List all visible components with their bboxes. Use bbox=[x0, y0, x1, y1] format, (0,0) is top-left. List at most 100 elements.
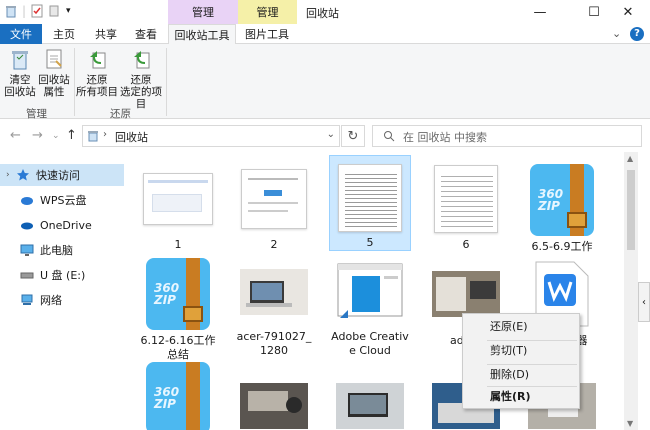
file-thumbnail bbox=[238, 378, 310, 430]
context-group-picture: 管理 bbox=[238, 0, 297, 24]
search-input[interactable]: 在 回收站 中搜索 bbox=[372, 125, 642, 147]
zip-archive-icon: 360 ZIP bbox=[146, 362, 210, 430]
tab-share[interactable]: 共享 bbox=[88, 24, 124, 44]
usb-drive-icon bbox=[20, 272, 34, 279]
document-preview-icon bbox=[143, 173, 213, 225]
sidebar-item-this-pc[interactable]: 此电脑 bbox=[0, 239, 124, 261]
recycle-bin-icon bbox=[88, 131, 98, 142]
file-name: acer-791027_1280 bbox=[236, 330, 312, 357]
refresh-icon: ↻ bbox=[347, 128, 359, 144]
sidebar-item-quick-access[interactable]: › 快速访问 bbox=[0, 164, 124, 186]
file-thumbnail bbox=[334, 164, 406, 232]
recycle-bin-icon bbox=[6, 6, 16, 18]
context-menu: 还原(E) 剪切(T) 删除(D) 属性(R) bbox=[462, 313, 580, 409]
tab-file[interactable]: 文件 bbox=[0, 24, 42, 44]
document-preview-icon bbox=[434, 165, 498, 233]
empty-recycle-bin-button[interactable]: 清空 回收站 bbox=[4, 47, 36, 98]
network-icon bbox=[21, 294, 33, 305]
sidebar-item-wps-cloud[interactable]: WPS云盘 bbox=[0, 189, 124, 211]
quick-access-toolbar: | ▾ bbox=[4, 4, 71, 18]
scrollbar-thumb[interactable] bbox=[627, 170, 635, 250]
vertical-scrollbar[interactable]: ▲ ▼ bbox=[624, 152, 638, 430]
address-dropdown-icon[interactable]: ⌄ bbox=[327, 129, 335, 140]
file-item[interactable]: Adobe Creative Cloud bbox=[330, 254, 410, 358]
file-item[interactable]: 1 bbox=[138, 160, 218, 252]
breadcrumb-chevron-icon[interactable]: › bbox=[103, 129, 107, 140]
minimize-button[interactable]: — bbox=[518, 0, 562, 24]
sidebar-item-usb-drive[interactable]: U 盘 (E:) bbox=[0, 264, 124, 286]
file-item[interactable]: 6 bbox=[426, 160, 506, 252]
file-item-selected[interactable]: 5 bbox=[329, 155, 411, 251]
menu-item-cut[interactable]: 剪切(T) bbox=[464, 340, 578, 362]
forward-icon[interactable]: → bbox=[32, 128, 43, 143]
address-bar[interactable]: › 回收站 ⌄ bbox=[82, 125, 340, 147]
help-icon[interactable]: ? bbox=[630, 27, 644, 41]
file-item[interactable]: acer-791027_1280 bbox=[234, 254, 314, 358]
file-name: 1 bbox=[174, 238, 182, 251]
scroll-down-icon[interactable]: ▼ bbox=[627, 419, 633, 428]
tab-view[interactable]: 查看 bbox=[128, 24, 164, 44]
file-thumbnail bbox=[238, 164, 310, 234]
file-name: Adobe Creative Cloud bbox=[331, 330, 409, 357]
image-thumbnail-icon bbox=[432, 271, 500, 317]
file-thumbnail bbox=[238, 258, 310, 326]
restore-all-button[interactable]: 还原 所有项目 bbox=[76, 47, 118, 98]
file-thumbnail bbox=[334, 378, 406, 430]
document-preview-icon bbox=[241, 169, 307, 229]
ribbon-collapse-icon[interactable]: ⌄ bbox=[612, 27, 621, 40]
restore-selected-button[interactable]: 还原 选定的项目 bbox=[118, 47, 164, 110]
recent-dropdown-icon[interactable]: ⌄ bbox=[52, 131, 60, 141]
breadcrumb[interactable]: 回收站 bbox=[115, 129, 148, 145]
file-thumbnail bbox=[430, 164, 502, 234]
empty-recycle-bin-icon bbox=[12, 51, 28, 70]
file-thumbnail bbox=[334, 258, 406, 326]
expand-icon[interactable]: › bbox=[0, 170, 16, 180]
file-name: 5 bbox=[366, 236, 374, 249]
file-item[interactable]: 360 ZIP 6.5-6.9工作 bbox=[522, 160, 602, 253]
back-icon[interactable]: ← bbox=[10, 128, 21, 143]
file-item[interactable]: 360 ZIP 6.12-6.16工作总结 bbox=[138, 254, 218, 361]
group-label-manage: 管理 bbox=[26, 108, 47, 120]
group-separator bbox=[166, 48, 167, 116]
file-thumbnail: 360 ZIP bbox=[526, 164, 598, 236]
refresh-button[interactable]: ↻ bbox=[341, 125, 365, 147]
navigation-pane: › 快速访问 WPS云盘 OneDrive 此电脑 U 盘 (E:) 网络 bbox=[0, 152, 124, 430]
window-title: 回收站 bbox=[306, 7, 339, 20]
properties-icon bbox=[46, 49, 62, 69]
sidebar-item-onedrive[interactable]: OneDrive bbox=[0, 214, 124, 236]
file-item[interactable]: 360 ZIP bbox=[138, 358, 218, 430]
qat-dropdown-icon[interactable]: ▾ bbox=[66, 6, 71, 16]
ribbon-tab-bar: 文件 主页 共享 查看 回收站工具 图片工具 ⌄ ? bbox=[0, 24, 650, 45]
restore-all-icon bbox=[90, 51, 106, 69]
close-button[interactable]: ✕ bbox=[606, 0, 650, 24]
up-icon[interactable]: ↑ bbox=[66, 128, 77, 143]
file-item[interactable]: 2 bbox=[234, 160, 314, 252]
adobe-creative-cloud-icon bbox=[337, 263, 403, 318]
context-group-recycle: 管理 bbox=[168, 0, 238, 24]
restore-selected-icon bbox=[134, 51, 150, 69]
recycle-bin-properties-button[interactable]: 回收站 属性 bbox=[38, 47, 70, 98]
zip-archive-icon: 360 ZIP bbox=[146, 258, 210, 330]
zip-archive-icon: 360 ZIP bbox=[530, 164, 594, 236]
file-item[interactable] bbox=[330, 374, 410, 430]
menu-item-restore[interactable]: 还原(E) bbox=[464, 316, 578, 338]
group-separator bbox=[74, 48, 75, 116]
title-bar: | ▾ 管理 管理 回收站 — ☐ ✕ bbox=[0, 0, 650, 24]
address-row: ← → ⌄ ↑ › 回收站 ⌄ ↻ 在 回收站 中搜索 bbox=[0, 120, 650, 152]
new-folder-icon[interactable] bbox=[48, 4, 62, 18]
scroll-up-icon[interactable]: ▲ bbox=[627, 154, 633, 163]
search-icon bbox=[384, 131, 395, 142]
ribbon: 清空 回收站 回收站 属性 管理 还原 所有项目 还原 选定的项目 还原 bbox=[0, 44, 650, 120]
onedrive-icon bbox=[21, 222, 33, 230]
tab-home[interactable]: 主页 bbox=[46, 24, 82, 44]
preview-pane-toggle[interactable]: ‹ bbox=[638, 282, 650, 322]
tab-recycle-bin-tools[interactable]: 回收站工具 bbox=[168, 24, 236, 45]
properties-icon[interactable] bbox=[30, 4, 44, 18]
sidebar-item-network[interactable]: 网络 bbox=[0, 289, 124, 311]
file-item[interactable] bbox=[234, 374, 314, 430]
image-thumbnail-icon bbox=[240, 269, 308, 315]
menu-item-properties[interactable]: 属性(R) bbox=[464, 386, 578, 408]
file-thumbnail bbox=[142, 164, 214, 234]
menu-item-delete[interactable]: 删除(D) bbox=[464, 364, 578, 386]
tab-picture-tools[interactable]: 图片工具 bbox=[240, 24, 294, 44]
